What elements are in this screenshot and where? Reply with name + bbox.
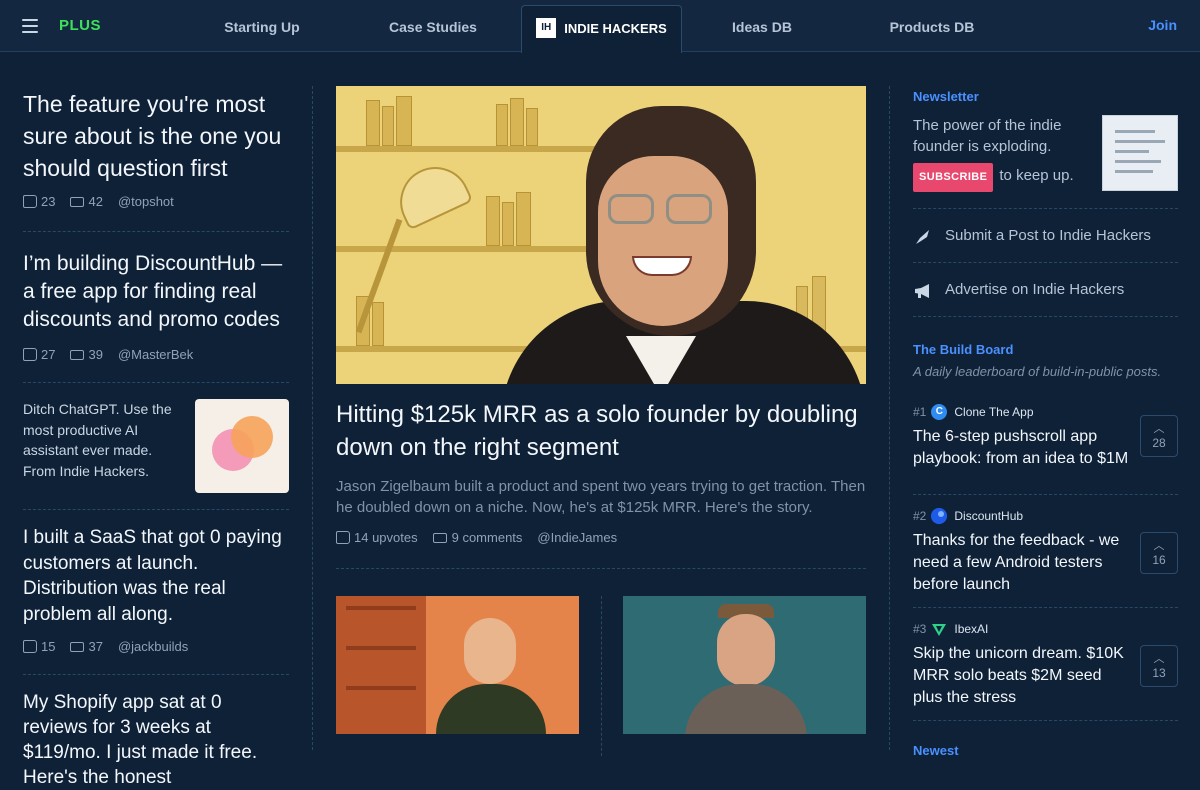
- app-name[interactable]: IbexAI: [954, 622, 988, 636]
- chevron-up-icon: ︿: [1153, 423, 1165, 435]
- featured-description: Jason Zigelbaum built a product and spen…: [336, 478, 866, 516]
- submit-post-link[interactable]: Submit a Post to Indie Hackers: [913, 208, 1178, 262]
- tab-case-studies[interactable]: Case Studies: [383, 0, 483, 52]
- upvote-count: 27: [41, 347, 56, 362]
- upvote-icon[interactable]: [23, 195, 37, 208]
- upvote-button[interactable]: ︿ 16: [1140, 532, 1178, 574]
- newsletter-section: Newsletter The power of the indie founde…: [913, 52, 1178, 192]
- build-board-heading[interactable]: The Build Board: [913, 342, 1178, 357]
- upvote-count: 15: [41, 639, 56, 654]
- list-item[interactable]: I built a SaaS that got 0 paying custome…: [23, 510, 289, 675]
- list-item[interactable]: The feature you're most sure about is th…: [23, 52, 289, 232]
- build-board-title[interactable]: The 6-step pushscroll app playbook: from…: [913, 426, 1133, 470]
- discount-logo-icon: [931, 508, 948, 524]
- column-divider: [889, 86, 890, 750]
- newsletter-tail: to keep up.: [999, 167, 1074, 184]
- comment-count: 9 comments: [451, 530, 523, 545]
- comment-count: 42: [88, 194, 103, 209]
- column-divider: [312, 86, 313, 750]
- right-sidebar: Newsletter The power of the indie founde…: [913, 52, 1178, 758]
- ih-logo-icon: IH: [536, 18, 557, 39]
- left-feed: The feature you're most sure about is th…: [23, 52, 289, 790]
- post-author[interactable]: @topshot: [118, 194, 174, 209]
- comment-count: 39: [88, 347, 103, 362]
- build-board-subtitle: A daily leaderboard of build-in-public p…: [913, 364, 1162, 379]
- newsletter-preview-image[interactable]: [1102, 115, 1178, 191]
- upvote-button[interactable]: ︿ 28: [1140, 415, 1178, 457]
- top-nav: PLUS Starting Up Case Studies IH INDIE HA…: [0, 0, 1200, 53]
- card-divider: [601, 596, 602, 756]
- vote-count: 28: [1152, 436, 1166, 450]
- list-item[interactable]: My Shopify app sat at 0 reviews for 3 we…: [23, 675, 289, 790]
- upvote-count: 14 upvotes: [354, 530, 418, 545]
- build-board-header: The Build Board A daily leaderboard of b…: [913, 316, 1178, 403]
- build-board-item[interactable]: #1 C Clone The App The 6-step pushscroll…: [913, 403, 1178, 494]
- megaphone-icon: [913, 282, 933, 298]
- tab-indie-hackers-label: INDIE HACKERS: [564, 21, 667, 36]
- ad-logo-image[interactable]: [195, 399, 289, 493]
- chevron-up-icon: ︿: [1153, 540, 1165, 552]
- post-meta: 27 39 @MasterBek: [23, 347, 289, 362]
- newest-section: Newest: [913, 720, 1178, 758]
- chevron-up-icon: ︿: [1153, 653, 1165, 665]
- post-meta: 23 42 @topshot: [23, 194, 289, 209]
- app-logo-icon: C: [931, 404, 948, 420]
- ad-text[interactable]: Ditch ChatGPT. Use the most productive A…: [23, 399, 173, 493]
- vote-count: 16: [1152, 553, 1166, 567]
- post-author[interactable]: @MasterBek: [118, 347, 193, 362]
- comment-icon[interactable]: [432, 532, 447, 543]
- newsletter-heading[interactable]: Newsletter: [913, 89, 1178, 104]
- story-card-image[interactable]: [336, 596, 579, 734]
- tab-indie-hackers[interactable]: IH INDIE HACKERS: [521, 5, 682, 53]
- upvote-icon[interactable]: [336, 531, 350, 544]
- tab-starting-up[interactable]: Starting Up: [212, 0, 312, 52]
- advertise-label: Advertise on Indie Hackers: [945, 281, 1125, 298]
- plus-logo[interactable]: PLUS: [59, 17, 101, 34]
- upvote-icon[interactable]: [23, 640, 37, 653]
- submit-post-label: Submit a Post to Indie Hackers: [945, 227, 1151, 244]
- newsletter-text: The power of the indie founder is explod…: [913, 117, 1062, 155]
- upvote-icon[interactable]: [23, 348, 37, 361]
- vote-count: 13: [1152, 666, 1166, 680]
- build-board-item[interactable]: #2 DiscountHub Thanks for the feedback -…: [913, 494, 1178, 607]
- featured-author[interactable]: @IndieJames: [537, 530, 617, 545]
- tab-ideas-db[interactable]: Ideas DB: [712, 0, 812, 52]
- comment-icon[interactable]: [70, 196, 85, 207]
- comment-count: 37: [88, 639, 103, 654]
- comment-icon[interactable]: [70, 641, 85, 652]
- build-board-title[interactable]: Thanks for the feedback - we need a few …: [913, 530, 1133, 596]
- rank-label: #2: [913, 509, 927, 523]
- sponsored-ad[interactable]: Ditch ChatGPT. Use the most productive A…: [23, 383, 289, 510]
- build-board-item[interactable]: #3 IbexAI Skip the unicorn dream. $10K M…: [913, 607, 1178, 720]
- post-title[interactable]: I’m building DiscountHub — a free app fo…: [23, 250, 289, 334]
- build-board-title[interactable]: Skip the unicorn dream. $10K MRR solo be…: [913, 643, 1133, 709]
- newest-heading[interactable]: Newest: [913, 743, 1178, 758]
- app-name[interactable]: Clone The App: [954, 405, 1033, 419]
- story-card-image[interactable]: [623, 596, 866, 734]
- featured-title[interactable]: Hitting $125k MRR as a solo founder by d…: [336, 398, 866, 464]
- post-title[interactable]: The feature you're most sure about is th…: [23, 88, 289, 184]
- list-item[interactable]: I’m building DiscountHub — a free app fo…: [23, 232, 289, 383]
- rocket-icon: [913, 228, 933, 244]
- app-name[interactable]: DiscountHub: [954, 509, 1023, 523]
- post-title[interactable]: My Shopify app sat at 0 reviews for 3 we…: [23, 690, 289, 790]
- post-meta: 15 37 @jackbuilds: [23, 639, 289, 654]
- rank-label: #3: [913, 622, 927, 636]
- featured-image[interactable]: [336, 86, 866, 384]
- post-title[interactable]: I built a SaaS that got 0 paying custome…: [23, 525, 289, 627]
- subscribe-button[interactable]: SUBSCRIBE: [913, 163, 994, 192]
- rank-label: #1: [913, 405, 927, 419]
- upvote-button[interactable]: ︿ 13: [1140, 645, 1178, 687]
- featured-meta: 14 upvotes 9 comments @IndieJames: [336, 530, 866, 569]
- join-button[interactable]: Join: [1148, 17, 1177, 33]
- featured-story: Hitting $125k MRR as a solo founder by d…: [336, 86, 866, 756]
- upvote-count: 23: [41, 194, 56, 209]
- menu-icon[interactable]: [22, 19, 38, 33]
- tab-products-db[interactable]: Products DB: [880, 0, 984, 52]
- post-author[interactable]: @jackbuilds: [118, 639, 188, 654]
- comment-icon[interactable]: [70, 349, 85, 360]
- ibex-logo-icon: [931, 621, 947, 637]
- advertise-link[interactable]: Advertise on Indie Hackers: [913, 262, 1178, 316]
